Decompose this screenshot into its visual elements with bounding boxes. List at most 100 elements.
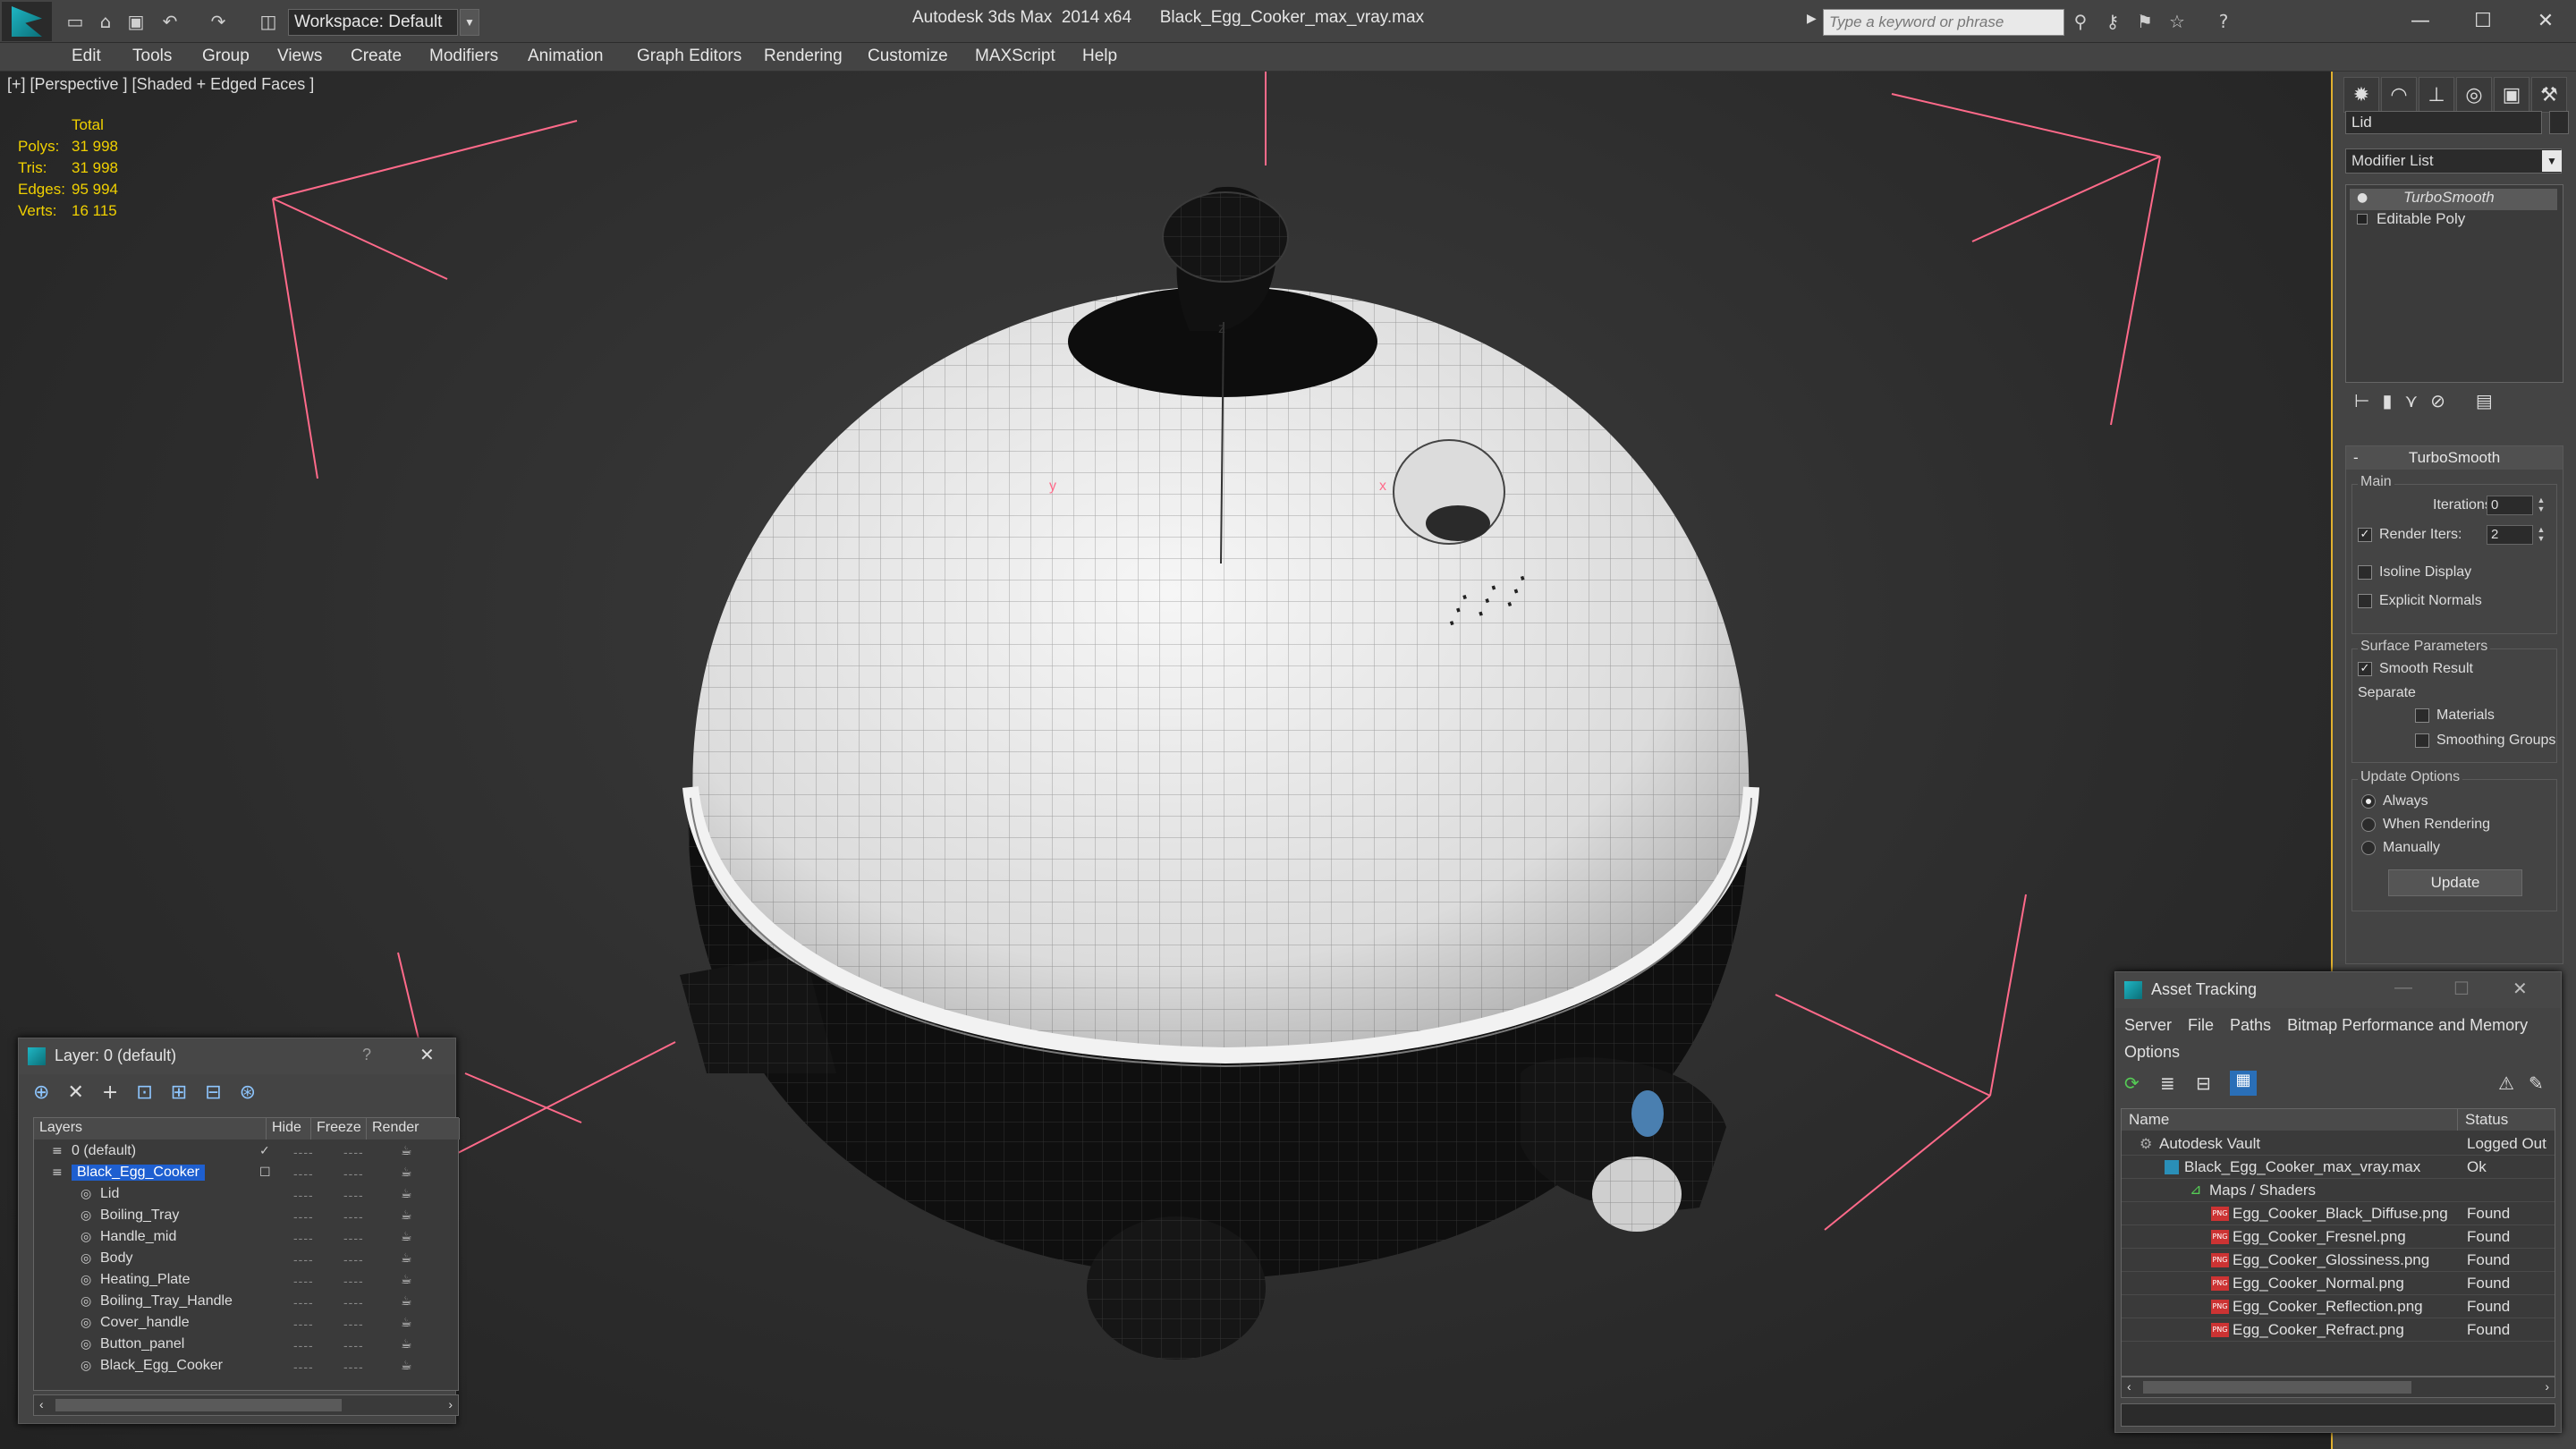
object-row[interactable]: ◎ Handle_mid ---- ---- ☕ xyxy=(34,1227,458,1249)
minimize-button[interactable]: — xyxy=(2394,5,2447,36)
utilities-tab-icon[interactable]: ⚒ xyxy=(2531,77,2567,113)
asset-menu-bitmap-performance[interactable]: Bitmap Performance and Memory xyxy=(2287,1016,2528,1034)
stack-item-turbosmooth[interactable]: ● TurboSmooth xyxy=(2350,189,2557,210)
menu-create[interactable]: Create xyxy=(351,47,402,66)
smooth-result-checkbox[interactable]: ✓ xyxy=(2358,662,2372,676)
configure-sets-icon[interactable]: ▤ xyxy=(2476,390,2493,417)
asset-row[interactable]: PNG Egg_Cooker_Reflection.png Found xyxy=(2122,1295,2555,1318)
menu-edit[interactable]: Edit xyxy=(72,47,101,66)
help-icon[interactable]: ? xyxy=(2213,11,2234,32)
add-to-layer-icon[interactable]: + xyxy=(102,1081,118,1108)
asset-horizontal-scrollbar[interactable]: ‹ › xyxy=(2121,1377,2555,1398)
delete-layer-icon[interactable]: ✕ xyxy=(67,1081,83,1108)
render-teapot-icon[interactable]: ☕ xyxy=(401,1273,412,1287)
create-tab-icon[interactable]: ✹ xyxy=(2343,77,2379,113)
column-name[interactable]: Name xyxy=(2122,1109,2458,1131)
layer-window-close-button[interactable]: ✕ xyxy=(419,1044,435,1065)
freeze-toggle[interactable]: ---- xyxy=(343,1209,364,1224)
object-row[interactable]: ◎ Boiling_Tray_Handle ---- ---- ☕ xyxy=(34,1292,458,1313)
menu-tools[interactable]: Tools xyxy=(132,47,172,66)
hide-toggle[interactable]: ---- xyxy=(293,1338,314,1352)
render-iters-checkbox[interactable]: ✓ xyxy=(2358,528,2372,542)
select-objects-icon[interactable]: ⊡ xyxy=(136,1081,152,1108)
explicit-normals-checkbox[interactable] xyxy=(2358,594,2372,608)
active-layer-box-icon[interactable]: ☐ xyxy=(259,1165,271,1180)
object-row[interactable]: ◎ Lid ---- ---- ☕ xyxy=(34,1184,458,1206)
render-teapot-icon[interactable]: ☕ xyxy=(401,1208,412,1223)
communication-icon[interactable]: ⚑ xyxy=(2134,11,2156,32)
app-logo-button[interactable] xyxy=(2,2,52,41)
render-teapot-icon[interactable]: ☕ xyxy=(401,1187,412,1201)
highlight-editor-icon[interactable]: ✎ xyxy=(2529,1072,2544,1094)
object-name-field[interactable]: Lid xyxy=(2345,111,2542,134)
hide-toggle[interactable]: ---- xyxy=(293,1274,314,1288)
layer-row[interactable]: ≡ 0 (default) ✓ ---- ---- ☕ xyxy=(34,1141,458,1163)
freeze-all-layers-icon[interactable]: ⊛ xyxy=(240,1081,256,1108)
render-teapot-icon[interactable]: ☕ xyxy=(401,1337,412,1352)
render-teapot-icon[interactable]: ☕ xyxy=(401,1294,412,1309)
workspace-dropdown-icon[interactable]: ▼ xyxy=(460,9,479,36)
layer-row[interactable]: ≡ Black_Egg_Cooker ☐ ---- ---- ☕ xyxy=(34,1163,458,1184)
render-teapot-icon[interactable]: ☕ xyxy=(401,1144,412,1158)
freeze-toggle[interactable]: ---- xyxy=(343,1295,364,1309)
create-layer-icon[interactable]: ⊕ xyxy=(33,1081,49,1108)
asset-close-button[interactable]: ✕ xyxy=(2512,978,2528,999)
smoothing-groups-checkbox[interactable] xyxy=(2415,733,2429,748)
when-rendering-radio[interactable] xyxy=(2361,818,2376,832)
asset-row[interactable]: PNG Egg_Cooker_Refract.png Found xyxy=(2122,1318,2555,1342)
hide-toggle[interactable]: ---- xyxy=(293,1360,314,1374)
menu-group[interactable]: Group xyxy=(202,47,250,66)
hide-toggle[interactable]: ---- xyxy=(293,1188,314,1202)
freeze-toggle[interactable]: ---- xyxy=(343,1360,364,1374)
asset-window-titlebar[interactable]: Asset Tracking — ☐ ✕ xyxy=(2115,972,2561,1008)
tree-view-icon[interactable]: ⊟ xyxy=(2196,1072,2211,1094)
object-row[interactable]: ◎ Body ---- ---- ☕ xyxy=(34,1249,458,1270)
asset-row[interactable]: PNG Egg_Cooker_Fresnel.png Found xyxy=(2122,1225,2555,1249)
freeze-toggle[interactable]: ---- xyxy=(343,1166,364,1181)
highlight-selected-icon[interactable]: ⊞ xyxy=(171,1081,187,1108)
new-file-icon[interactable]: ▭ xyxy=(64,11,86,32)
asset-row[interactable]: Black_Egg_Cooker_max_vray.max Ok xyxy=(2122,1156,2555,1179)
hide-toggle[interactable]: ---- xyxy=(293,1209,314,1224)
menu-modifiers[interactable]: Modifiers xyxy=(429,47,498,66)
refresh-icon[interactable]: ⟳ xyxy=(2124,1072,2140,1094)
search-expand-icon[interactable]: ▶ xyxy=(1807,11,1819,32)
render-teapot-icon[interactable]: ☕ xyxy=(401,1230,412,1244)
subscription-icon[interactable]: ⚷ xyxy=(2102,11,2123,32)
make-unique-icon[interactable]: ⋎ xyxy=(2404,390,2418,417)
manually-radio[interactable] xyxy=(2361,841,2376,855)
maximize-button[interactable]: ☐ xyxy=(2456,5,2510,36)
modifier-list-select[interactable]: Modifier List xyxy=(2345,148,2562,174)
stack-item-editable-poly[interactable]: Editable Poly xyxy=(2350,210,2557,232)
asset-row[interactable]: PNG Egg_Cooker_Glossiness.png Found xyxy=(2122,1249,2555,1272)
freeze-toggle[interactable]: ---- xyxy=(343,1145,364,1159)
always-radio[interactable] xyxy=(2361,794,2376,809)
freeze-toggle[interactable]: ---- xyxy=(343,1188,364,1202)
menu-help[interactable]: Help xyxy=(1082,47,1117,66)
lightbulb-icon[interactable]: ● xyxy=(2357,191,2368,205)
column-freeze[interactable]: Freeze xyxy=(311,1118,367,1140)
scroll-right-icon[interactable]: › xyxy=(2545,1379,2549,1394)
freeze-toggle[interactable]: ---- xyxy=(343,1231,364,1245)
asset-menu-file[interactable]: File xyxy=(2188,1016,2214,1034)
scroll-left-icon[interactable]: ‹ xyxy=(2127,1379,2131,1394)
render-iters-spinner[interactable]: 2 xyxy=(2487,525,2533,545)
binoculars-icon[interactable]: ⚲ xyxy=(2070,11,2091,32)
layer-window-titlebar[interactable]: Layer: 0 (default) ? ✕ xyxy=(19,1038,455,1074)
remove-modifier-icon[interactable]: ⊘ xyxy=(2430,390,2445,417)
object-row[interactable]: ◎ Boiling_Tray ---- ---- ☕ xyxy=(34,1206,458,1227)
menu-maxscript[interactable]: MAXScript xyxy=(975,47,1055,66)
freeze-toggle[interactable]: ---- xyxy=(343,1252,364,1267)
list-view-icon[interactable]: ≣ xyxy=(2160,1072,2175,1094)
hide-toggle[interactable]: ---- xyxy=(293,1231,314,1245)
hide-toggle[interactable]: ---- xyxy=(293,1145,314,1159)
hide-toggle[interactable]: ---- xyxy=(293,1295,314,1309)
modifier-list-dropdown-icon[interactable]: ▼ xyxy=(2542,150,2562,172)
search-input[interactable]: Type a keyword or phrase xyxy=(1823,9,2064,36)
render-teapot-icon[interactable]: ☕ xyxy=(401,1251,412,1266)
materials-checkbox[interactable] xyxy=(2415,708,2429,723)
active-layer-check-icon[interactable]: ✓ xyxy=(259,1144,270,1158)
asset-menu-options[interactable]: Options xyxy=(2124,1043,2180,1061)
hide-toggle[interactable]: ---- xyxy=(293,1317,314,1331)
render-teapot-icon[interactable]: ☕ xyxy=(401,1165,412,1180)
